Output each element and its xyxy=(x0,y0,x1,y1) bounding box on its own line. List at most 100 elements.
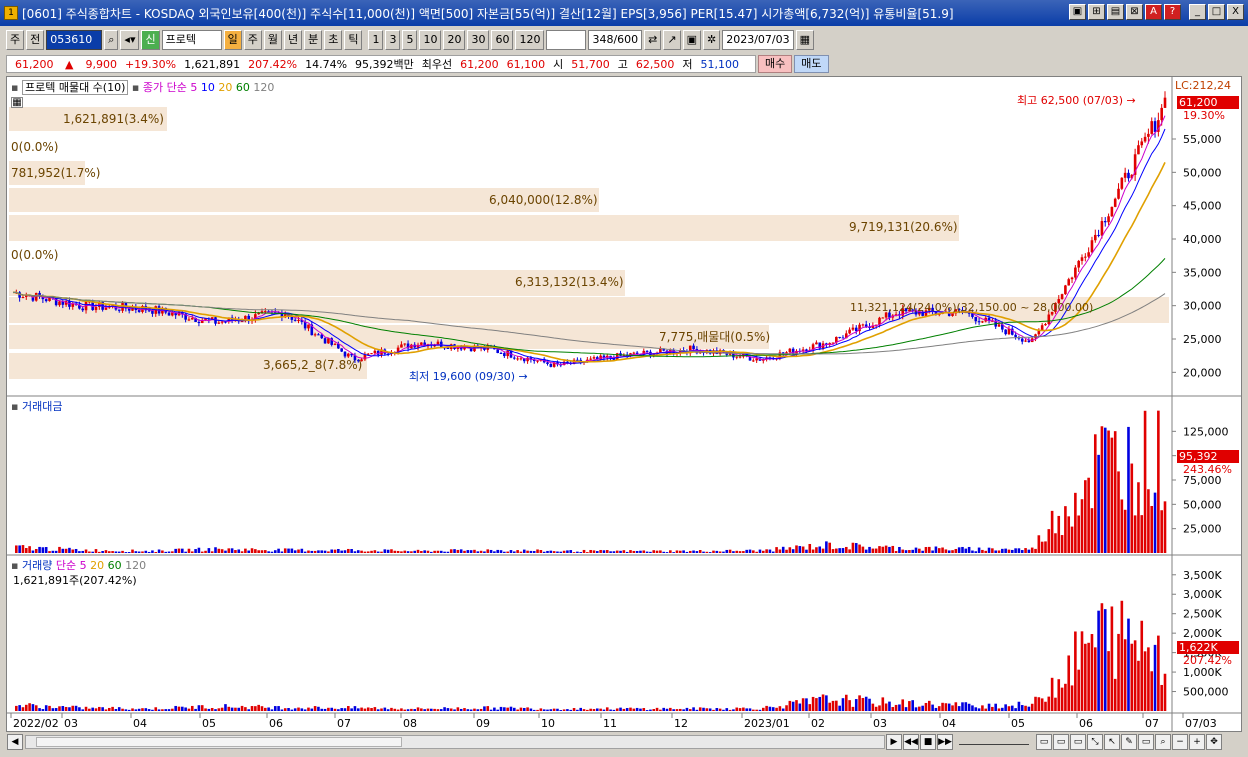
tool-a-icon[interactable]: ▭ xyxy=(1036,734,1052,750)
tool-c-icon[interactable]: ▭ xyxy=(1070,734,1086,750)
calendar-icon[interactable]: ▦ xyxy=(795,30,815,50)
help-icon[interactable]: ? xyxy=(1164,4,1181,20)
tab-week[interactable]: 주 xyxy=(243,30,262,50)
amount-bar xyxy=(58,546,61,553)
play-icon[interactable]: ▶ xyxy=(886,734,902,750)
best-label: 최우선 xyxy=(421,58,453,71)
draw-icon[interactable]: ↖ xyxy=(1104,734,1120,750)
num-tab[interactable]: 10 xyxy=(419,30,442,50)
amount-pane xyxy=(15,410,1167,553)
grid-icon[interactable]: ▦ xyxy=(11,97,23,108)
tab-year[interactable]: 년 xyxy=(283,30,303,50)
amount-bar xyxy=(619,550,622,553)
volume-bar xyxy=(267,707,270,711)
table-icon[interactable]: ▤ xyxy=(1107,4,1124,20)
data-count-input[interactable]: 348/600 xyxy=(588,30,643,50)
rewind-icon[interactable]: ◀◀ xyxy=(903,734,919,750)
num-tab[interactable]: 1 xyxy=(368,30,384,50)
maximize-button[interactable]: □ xyxy=(1208,4,1225,20)
candle-body xyxy=(1117,188,1120,199)
num-tab[interactable]: 3 xyxy=(385,30,401,50)
candle-body xyxy=(645,350,649,352)
amount-bar xyxy=(1110,437,1114,553)
indicator-icon[interactable]: ↗ xyxy=(663,30,681,50)
candle-body xyxy=(1127,172,1130,179)
ma60-label: 60 xyxy=(235,81,250,94)
zoom-icon[interactable]: ⌕ xyxy=(1155,734,1171,750)
layout-icon[interactable]: ⊞ xyxy=(1088,4,1105,20)
date-input[interactable]: 2023/07/03 xyxy=(722,30,794,50)
volume-label[interactable]: 거래량 xyxy=(22,559,52,572)
chart-scrollbar[interactable] xyxy=(25,735,885,749)
amount-bar xyxy=(1007,549,1011,553)
amount-current-marker: 95,392 xyxy=(1177,450,1239,463)
stop-icon[interactable]: ■ xyxy=(920,734,936,750)
tab-day[interactable]: 일 xyxy=(223,30,242,50)
num-tab[interactable]: 120 xyxy=(515,30,545,50)
volume-bar xyxy=(891,707,895,711)
speaker-icon[interactable]: ◂▾ xyxy=(120,30,140,50)
volume-bar xyxy=(755,709,758,711)
minimize-button[interactable]: _ xyxy=(1189,4,1206,20)
buy-button[interactable]: 매수 xyxy=(758,55,793,73)
volume-bar xyxy=(801,698,805,711)
screen-icon[interactable]: ⊠ xyxy=(1126,4,1143,20)
amount-label[interactable]: 거래대금 xyxy=(22,400,62,413)
volume-bar xyxy=(765,705,768,711)
custom-period-input[interactable] xyxy=(546,30,587,50)
move-icon[interactable]: ✥ xyxy=(1206,734,1222,750)
volume-bar xyxy=(536,709,539,711)
zoom-slider[interactable] xyxy=(959,739,1029,745)
period-unit-select[interactable]: 주 xyxy=(6,30,25,50)
link-icon[interactable]: ▣ xyxy=(1069,4,1086,20)
volume-profile-label[interactable]: 프로텍 매물대 수(10) xyxy=(21,80,129,95)
scroll-left-icon[interactable]: ◀ xyxy=(7,734,23,750)
amount-bar xyxy=(569,550,573,553)
volume-bar xyxy=(54,708,58,711)
window-icon[interactable]: ▭ xyxy=(1138,734,1154,750)
fast-forward-icon[interactable]: ▶▶ xyxy=(937,734,953,750)
tool-icon[interactable]: ⇄ xyxy=(644,30,662,50)
volume-bar xyxy=(333,708,337,711)
tool-b-icon[interactable]: ▭ xyxy=(1053,734,1069,750)
amount-bar xyxy=(526,550,529,553)
amount-bar xyxy=(469,550,473,553)
amount-bar xyxy=(1090,508,1094,553)
stock-name-field[interactable]: 프로텍 xyxy=(161,30,222,50)
save-icon[interactable]: ▣ xyxy=(682,30,702,50)
settings-icon[interactable]: ✲ xyxy=(703,30,721,50)
pencil-icon[interactable]: ✎ xyxy=(1121,734,1137,750)
arrange-icon[interactable]: ⤡ xyxy=(1087,734,1103,750)
amount-bar xyxy=(194,549,197,553)
volume-bar xyxy=(921,705,924,711)
font-icon[interactable]: A xyxy=(1145,4,1162,20)
chart-svg[interactable]: 1,621,891(3.4%) 0(0.0%) 781,952(1.7%) 6,040… xyxy=(7,77,1241,731)
stock-code-input[interactable]: 053610 xyxy=(46,30,103,50)
scroll-thumb[interactable] xyxy=(36,737,402,747)
num-tab[interactable]: 20 xyxy=(443,30,466,50)
sell-button[interactable]: 매도 xyxy=(794,55,829,73)
search-icon[interactable]: ⌕ xyxy=(104,30,119,50)
amount-bar xyxy=(207,548,211,553)
amount-bar xyxy=(439,550,443,553)
plus-icon[interactable]: + xyxy=(1189,734,1205,750)
minus-icon[interactable]: − xyxy=(1172,734,1188,750)
volume-bar xyxy=(838,705,841,711)
tab-tick[interactable]: 틱 xyxy=(344,30,363,50)
close-button[interactable]: X xyxy=(1227,4,1244,20)
num-tab[interactable]: 5 xyxy=(402,30,418,50)
ma-label[interactable]: 종가 단순 xyxy=(143,81,187,94)
candle-body xyxy=(503,353,506,357)
tab-minute[interactable]: 분 xyxy=(304,30,323,50)
num-tab[interactable]: 60 xyxy=(491,30,514,50)
chart-area[interactable]: 1,621,891(3.4%) 0(0.0%) 781,952(1.7%) 6,040… xyxy=(6,76,1242,732)
tab-month[interactable]: 월 xyxy=(263,30,282,50)
volume-bar xyxy=(366,707,370,711)
prev-button[interactable]: 전 xyxy=(26,30,45,50)
num-tab[interactable]: 30 xyxy=(467,30,490,50)
price-tick-label: 40,000 xyxy=(1183,233,1222,246)
tab-second[interactable]: 초 xyxy=(324,30,343,50)
volume-bar xyxy=(293,708,297,711)
amount-bar xyxy=(117,551,121,553)
amount-bar xyxy=(290,548,294,553)
